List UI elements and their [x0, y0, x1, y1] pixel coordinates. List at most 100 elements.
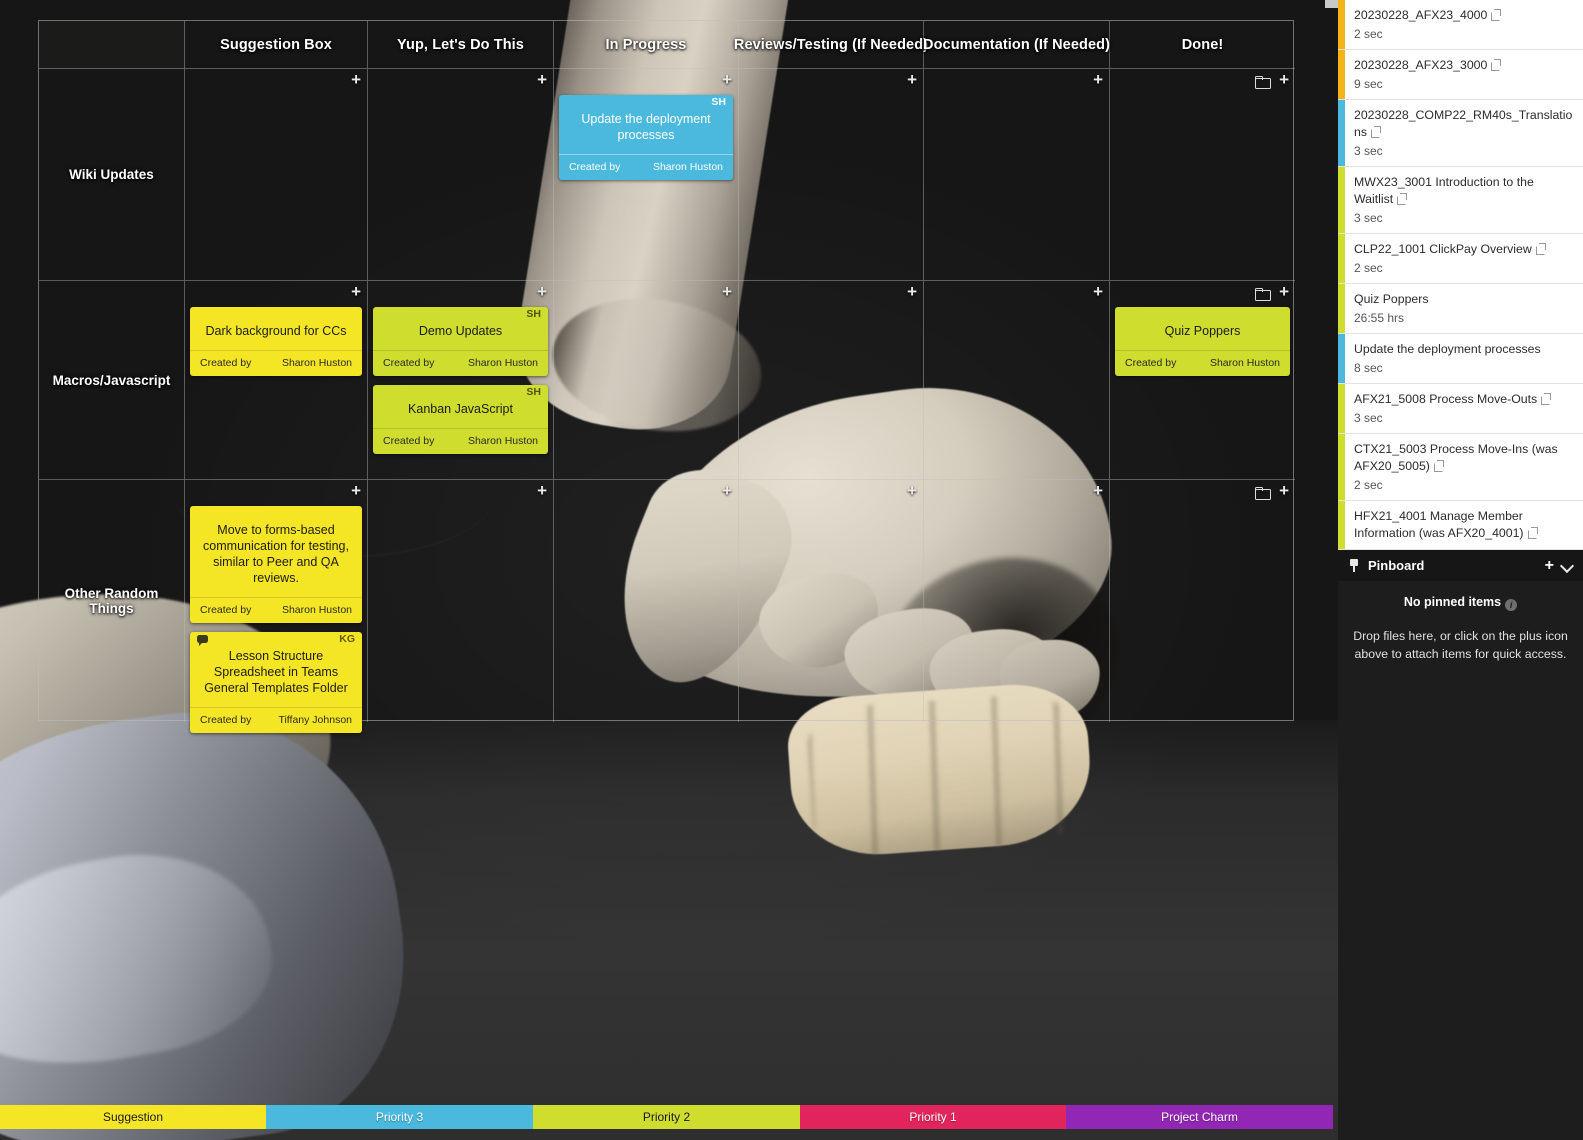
- column-header-3[interactable]: In Progress: [554, 21, 739, 69]
- column-header-4[interactable]: Reviews/Testing (If Needed): [734, 21, 928, 69]
- legend-segment-0[interactable]: Suggestion: [0, 1105, 266, 1129]
- recent-item[interactable]: 20230228_AFX23_4000 2 sec: [1338, 0, 1583, 50]
- external-link-icon[interactable]: [1371, 126, 1381, 138]
- board-cell-r0-c3[interactable]: +: [739, 69, 924, 281]
- kanban-card[interactable]: SH Demo Updates Created by Sharon Huston: [373, 307, 548, 376]
- chevron-down-icon[interactable]: [1562, 560, 1573, 571]
- recent-item[interactable]: AFX21_5008 Process Move-Outs 3 sec: [1338, 384, 1583, 434]
- recent-item[interactable]: 20230228_AFX23_3000 9 sec: [1338, 50, 1583, 100]
- external-link-icon[interactable]: [1491, 59, 1502, 71]
- kanban-card[interactable]: Move to forms-based communication for te…: [190, 506, 362, 623]
- recent-item-title[interactable]: 20230228_COMP22_RM40s_Translations: [1354, 107, 1573, 141]
- recent-item[interactable]: HFX21_4001 Manage Member Information (wa…: [1338, 501, 1583, 550]
- board-cell-r1-c3[interactable]: +: [739, 281, 924, 480]
- row-header-1[interactable]: Macros/Javascript: [39, 281, 185, 480]
- external-link-icon[interactable]: [1527, 527, 1538, 539]
- board-cell-r2-c0[interactable]: + Move to forms-based communication for t…: [185, 480, 368, 733]
- legend-segment-3[interactable]: Priority 1: [800, 1105, 1066, 1129]
- recent-item-title[interactable]: CTX21_5003 Process Move-Ins (was AFX20_5…: [1354, 441, 1573, 475]
- board-cell-r0-c0[interactable]: +: [185, 69, 368, 281]
- add-card-icon[interactable]: +: [351, 71, 361, 88]
- add-card-icon[interactable]: +: [1093, 71, 1103, 88]
- legend-segment-1[interactable]: Priority 3: [266, 1105, 533, 1129]
- recent-item[interactable]: 20230228_COMP22_RM40s_Translations 3 sec: [1338, 100, 1583, 167]
- add-card-icon[interactable]: +: [537, 283, 547, 300]
- add-card-icon[interactable]: +: [1279, 71, 1289, 88]
- board-cell-r2-c1[interactable]: +: [368, 480, 554, 722]
- recent-item-title[interactable]: HFX21_4001 Manage Member Information (wa…: [1354, 508, 1573, 542]
- recent-item-title[interactable]: 20230228_AFX23_3000: [1354, 57, 1573, 74]
- board-cell-r2-c5[interactable]: +: [1110, 480, 1295, 722]
- cell-tools: +: [1093, 482, 1103, 499]
- external-link-icon[interactable]: [1541, 393, 1552, 405]
- column-header-6[interactable]: Done!: [1110, 21, 1295, 69]
- add-card-icon[interactable]: +: [1093, 482, 1103, 499]
- board-cell-r2-c3[interactable]: +: [739, 480, 924, 722]
- board-cell-r2-c4[interactable]: +: [924, 480, 1110, 722]
- recent-item-time: 2 sec: [1354, 261, 1383, 275]
- recent-item[interactable]: MWX23_3001 Introduction to the Waitlist 3…: [1338, 167, 1583, 234]
- board-cell-r1-c2[interactable]: +: [554, 281, 739, 480]
- add-card-icon[interactable]: +: [907, 71, 917, 88]
- recent-item[interactable]: Update the deployment processes 8 sec: [1338, 334, 1583, 384]
- board-cell-r1-c4[interactable]: +: [924, 281, 1110, 480]
- add-card-icon[interactable]: +: [722, 482, 732, 499]
- board-cell-r0-c1[interactable]: +: [368, 69, 554, 281]
- card-stack: Quiz Poppers Created by Sharon Huston: [1115, 307, 1290, 385]
- card-footer: Created by Sharon Huston: [1115, 350, 1290, 376]
- row-header-2[interactable]: Other Random Things: [39, 480, 185, 722]
- external-link-icon[interactable]: [1433, 460, 1444, 472]
- recent-item-title[interactable]: CLP22_1001 ClickPay Overview: [1354, 241, 1573, 258]
- recent-item[interactable]: Quiz Poppers 26:55 hrs: [1338, 284, 1583, 334]
- board-cell-r1-c1[interactable]: + SH Demo Updates Created by Sharon Huston SH…: [368, 281, 554, 480]
- add-card-icon[interactable]: +: [1093, 283, 1103, 300]
- kanban-card[interactable]: KG Lesson Structure Spreadsheet in Teams …: [190, 632, 362, 733]
- kanban-card[interactable]: SH Kanban JavaScript Created by Sharon Hust…: [373, 385, 548, 454]
- add-card-icon[interactable]: +: [351, 482, 361, 499]
- cell-tools: +: [1255, 283, 1289, 301]
- kanban-card[interactable]: Dark background for CCs Created by Sharon …: [190, 307, 362, 376]
- legend-segment-2[interactable]: Priority 2: [533, 1105, 800, 1129]
- column-header-2[interactable]: Yup, Let's Do This: [368, 21, 554, 69]
- board-cell-r2-c2[interactable]: +: [554, 480, 739, 722]
- external-link-icon[interactable]: [1535, 243, 1546, 255]
- column-header-1[interactable]: Suggestion Box: [185, 21, 368, 69]
- recent-item-title[interactable]: Update the deployment processes: [1354, 341, 1573, 358]
- board-cell-r0-c5[interactable]: +: [1110, 69, 1295, 281]
- recent-item-title[interactable]: MWX23_3001 Introduction to the Waitlist: [1354, 174, 1573, 208]
- recent-item[interactable]: CTX21_5003 Process Move-Ins (was AFX20_5…: [1338, 434, 1583, 501]
- pinboard-title: Pinboard: [1368, 558, 1425, 573]
- recent-item-title[interactable]: Quiz Poppers: [1354, 291, 1573, 308]
- external-link-icon[interactable]: [1397, 193, 1408, 205]
- row-header-0[interactable]: Wiki Updates: [39, 69, 185, 281]
- recent-item[interactable]: CLP22_1001 ClickPay Overview 2 sec: [1338, 234, 1583, 284]
- folder-icon[interactable]: [1255, 74, 1272, 89]
- comment-icon[interactable]: [197, 635, 208, 646]
- recent-item-title[interactable]: AFX21_5008 Process Move-Outs: [1354, 391, 1573, 408]
- kanban-card[interactable]: Quiz Poppers Created by Sharon Huston: [1115, 307, 1290, 376]
- add-card-icon[interactable]: +: [537, 71, 547, 88]
- info-icon[interactable]: i: [1505, 599, 1518, 611]
- folder-icon[interactable]: [1255, 286, 1272, 301]
- legend-segment-4[interactable]: Project Charm: [1066, 1105, 1333, 1129]
- external-link-icon[interactable]: [1491, 9, 1502, 21]
- kanban-card[interactable]: SH Update the deployment processes Created…: [559, 95, 733, 180]
- add-card-icon[interactable]: +: [722, 71, 732, 88]
- board-cell-r1-c0[interactable]: + Dark background for CCs Created by Sharon…: [185, 281, 368, 480]
- board-cell-r1-c5[interactable]: + Quiz Poppers Created by Sharon Huston: [1110, 281, 1295, 480]
- pinboard-add-button[interactable]: +: [1545, 557, 1554, 573]
- add-card-icon[interactable]: +: [1279, 283, 1289, 300]
- add-card-icon[interactable]: +: [722, 283, 732, 300]
- board-cell-r0-c2[interactable]: + SH Update the deployment processes Create…: [554, 69, 739, 281]
- board-cell-r0-c4[interactable]: +: [924, 69, 1110, 281]
- recent-item-title[interactable]: 20230228_AFX23_4000: [1354, 7, 1573, 24]
- add-card-icon[interactable]: +: [351, 283, 361, 300]
- add-card-icon[interactable]: +: [907, 283, 917, 300]
- folder-icon[interactable]: [1255, 485, 1272, 500]
- add-card-icon[interactable]: +: [907, 482, 917, 499]
- column-header-5[interactable]: Documentation (If Needed): [923, 21, 1110, 69]
- add-card-icon[interactable]: +: [1279, 482, 1289, 499]
- right-sidebar: 20230228_AFX23_4000 2 sec 20230228_AFX23_3…: [1325, 0, 1583, 1140]
- recent-item-body: CTX21_5003 Process Move-Ins (was AFX20_5…: [1345, 434, 1583, 500]
- add-card-icon[interactable]: +: [537, 482, 547, 499]
